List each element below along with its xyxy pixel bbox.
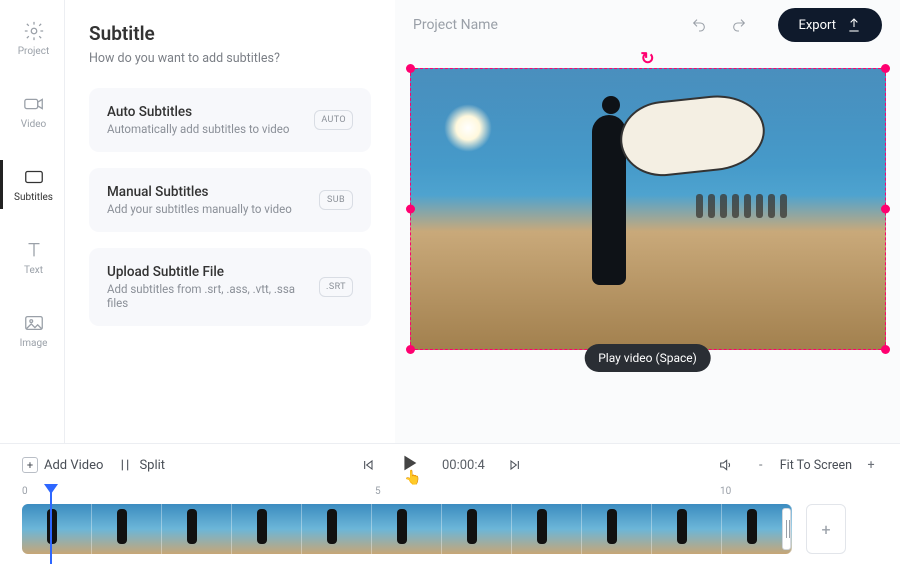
panel-title: Subtitle [89,22,371,45]
resize-handle-mr[interactable] [881,205,890,214]
volume-icon [718,457,734,473]
project-name-field[interactable]: Project Name [413,17,674,33]
ruler-tick: 10 [720,486,731,497]
resize-handle-br[interactable] [881,345,890,354]
card-manual-subtitles[interactable]: Manual Subtitles Add your subtitles manu… [89,168,371,232]
selection-box[interactable]: ↻ [410,68,886,350]
ruler-tick: 5 [375,486,381,497]
image-icon [23,312,45,334]
resize-handle-tr[interactable] [881,64,890,73]
upload-icon [846,17,862,33]
nav-image[interactable]: Image [0,306,64,355]
ruler-tick: 0 [22,486,28,497]
plus-icon: + [22,457,38,473]
fit-to-screen-button[interactable]: Fit To Screen [780,458,852,473]
camera-icon [23,93,45,115]
timeline-clip[interactable] [92,504,162,554]
nav-video[interactable]: Video [0,87,64,136]
gear-icon [23,20,45,42]
undo-button[interactable] [684,10,714,40]
undo-icon [691,17,707,33]
split-icon [117,457,133,473]
card-desc: Add your subtitles manually to video [107,202,292,216]
volume-button[interactable] [718,457,734,473]
card-title: Manual Subtitles [107,184,292,200]
redo-icon [731,17,747,33]
timeline-track[interactable]: + [0,504,900,570]
nav-image-label: Image [20,338,48,349]
timeline-clip[interactable] [22,504,92,554]
preview-canvas[interactable]: ↻ Play video (Space) [410,68,886,350]
subtitle-panel: Subtitle How do you want to add subtitle… [65,0,395,443]
badge-srt: .SRT [319,277,353,297]
add-video-label: Add Video [44,458,103,473]
export-label: Export [798,18,836,33]
prev-frame-button[interactable] [360,457,376,473]
timeline-clip[interactable] [162,504,232,554]
play-tooltip: Play video (Space) [584,344,711,372]
timeline-clip[interactable] [512,504,582,554]
card-auto-subtitles[interactable]: Auto Subtitles Automatically add subtitl… [89,88,371,152]
card-title: Upload Subtitle File [107,264,319,280]
zoom-out-button[interactable]: - [754,458,768,473]
next-frame-button[interactable] [507,457,523,473]
add-video-button[interactable]: + Add Video [22,457,103,473]
redo-button[interactable] [724,10,754,40]
nav-text[interactable]: Text [0,233,64,282]
nav-text-label: Text [24,265,43,276]
subtitle-icon [23,166,45,188]
export-button[interactable]: Export [778,8,882,42]
nav-video-label: Video [21,119,46,130]
zoom-in-button[interactable]: + [864,458,878,473]
lower-section: + Add Video Split 👆 00:00:4 [0,443,900,570]
card-desc: Automatically add subtitles to video [107,122,289,136]
skip-back-icon [360,457,376,473]
playhead-line[interactable] [50,492,52,564]
clip-trim-handle-right[interactable] [782,508,791,550]
add-clip-button[interactable]: + [806,504,846,554]
time-display: 00:00:4 [442,458,485,473]
nav-project-label: Project [18,46,50,57]
resize-handle-tl[interactable] [406,64,415,73]
skip-forward-icon [507,457,523,473]
badge-auto: AUTO [314,110,353,130]
timeline-clip[interactable] [442,504,512,554]
timeline-clip[interactable] [372,504,442,554]
card-desc: Add subtitles from .srt, .ass, .vtt, .ss… [107,282,319,310]
timeline-clip[interactable] [582,504,652,554]
play-button[interactable]: 👆 [398,452,420,478]
nav-subtitles-label: Subtitles [14,192,53,203]
resize-handle-ml[interactable] [406,205,415,214]
resize-handle-bl[interactable] [406,345,415,354]
card-title: Auto Subtitles [107,104,289,120]
timeline-clip[interactable] [232,504,302,554]
preview-topbar: Project Name Export [395,0,900,50]
split-label: Split [139,458,165,473]
preview-area: Project Name Export [395,0,900,443]
nav-project[interactable]: Project [0,14,64,63]
badge-manual: SUB [319,190,353,210]
controls-bar: + Add Video Split 👆 00:00:4 [0,444,900,486]
text-icon [23,239,45,261]
timeline-clip[interactable] [302,504,372,554]
card-upload-subtitle-file[interactable]: Upload Subtitle File Add subtitles from … [89,248,371,326]
split-button[interactable]: Split [117,457,165,473]
zoom-group: - Fit To Screen + [754,458,878,473]
nav-subtitles[interactable]: Subtitles [0,160,64,209]
timeline-clip[interactable] [652,504,722,554]
cursor-pointer-icon: 👆 [404,470,421,486]
left-nav: Project Video Subtitles Text Image [0,0,65,443]
panel-subtitle: How do you want to add subtitles? [89,51,371,66]
rotate-handle[interactable]: ↻ [640,49,654,69]
timeline-ruler[interactable]: 0 5 10 [0,486,900,504]
